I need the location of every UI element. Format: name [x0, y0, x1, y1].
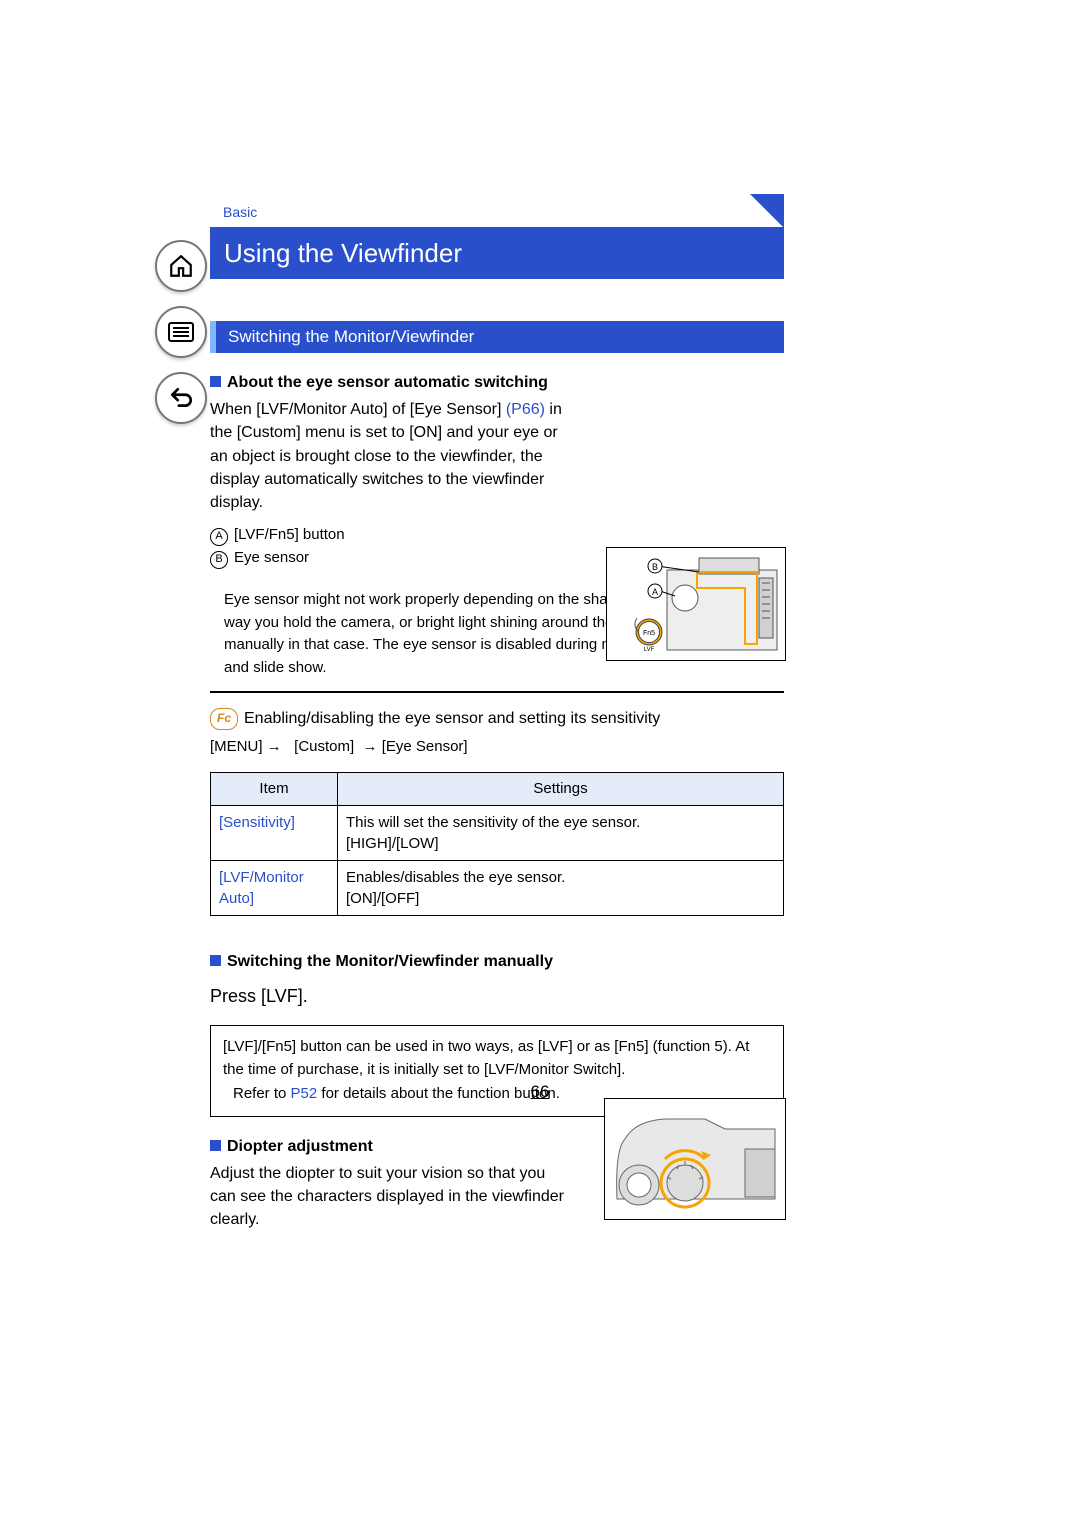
sidebar-nav [155, 240, 207, 424]
svg-text:LVF: LVF [644, 647, 655, 653]
marker-b-icon: B [210, 551, 228, 569]
fc-row: FcEnabling/disabling the eye sensor and … [210, 707, 784, 730]
svg-text:A: A [652, 587, 658, 597]
square-bullet-icon [210, 376, 221, 387]
settings-table: Item Settings [Sensitivity] This will se… [210, 772, 784, 916]
top-breadcrumb: Basic [210, 194, 784, 228]
camera-diopter-illustration [604, 1098, 784, 1218]
section1-heading: About the eye sensor automatic switching [210, 371, 784, 394]
fc-icon: Fc [210, 708, 238, 730]
page-ref-link[interactable]: (P66) [506, 401, 545, 418]
table-head-settings: Settings [338, 773, 784, 806]
camera-top-illustration: Fn5 LVF A B [606, 547, 784, 659]
press-lvf-instruction: Press [LVF]. [210, 983, 784, 1009]
marker-a-icon: A [210, 528, 228, 546]
table-cell: Enables/disables the eye sensor. [ON]/[O… [338, 860, 784, 915]
svg-text:B: B [652, 562, 658, 572]
section-subheading: Switching the Monitor/Viewfinder [210, 321, 784, 353]
table-head-item: Item [211, 773, 338, 806]
menu-path: [MENU] → [Custom] → [Eye Sensor] [210, 736, 784, 758]
page-content: Basic Using the Viewfinder Switching the… [210, 194, 784, 1231]
table-row: [Sensitivity] This will set the sensitiv… [211, 805, 784, 860]
square-bullet-icon [210, 1140, 221, 1151]
table-row: [LVF/Monitor Auto] Enables/disables the … [211, 860, 784, 915]
page-title: Using the Viewfinder [210, 228, 784, 279]
section1-paragraph: When [LVF/Monitor Auto] of [Eye Sensor] … [210, 398, 570, 514]
section2-heading: Switching the Monitor/Viewfinder manuall… [210, 950, 784, 973]
home-icon[interactable] [155, 240, 207, 292]
svg-text:Fn5: Fn5 [643, 630, 655, 637]
breadcrumb-label: Basic [223, 204, 257, 220]
page-number: 66 [0, 1082, 1080, 1102]
table-cell: This will set the sensitivity of the eye… [338, 805, 784, 860]
section3-paragraph: Adjust the diopter to suit your vision s… [210, 1162, 570, 1232]
contents-icon[interactable] [155, 306, 207, 358]
square-bullet-icon [210, 955, 221, 966]
back-icon[interactable] [155, 372, 207, 424]
